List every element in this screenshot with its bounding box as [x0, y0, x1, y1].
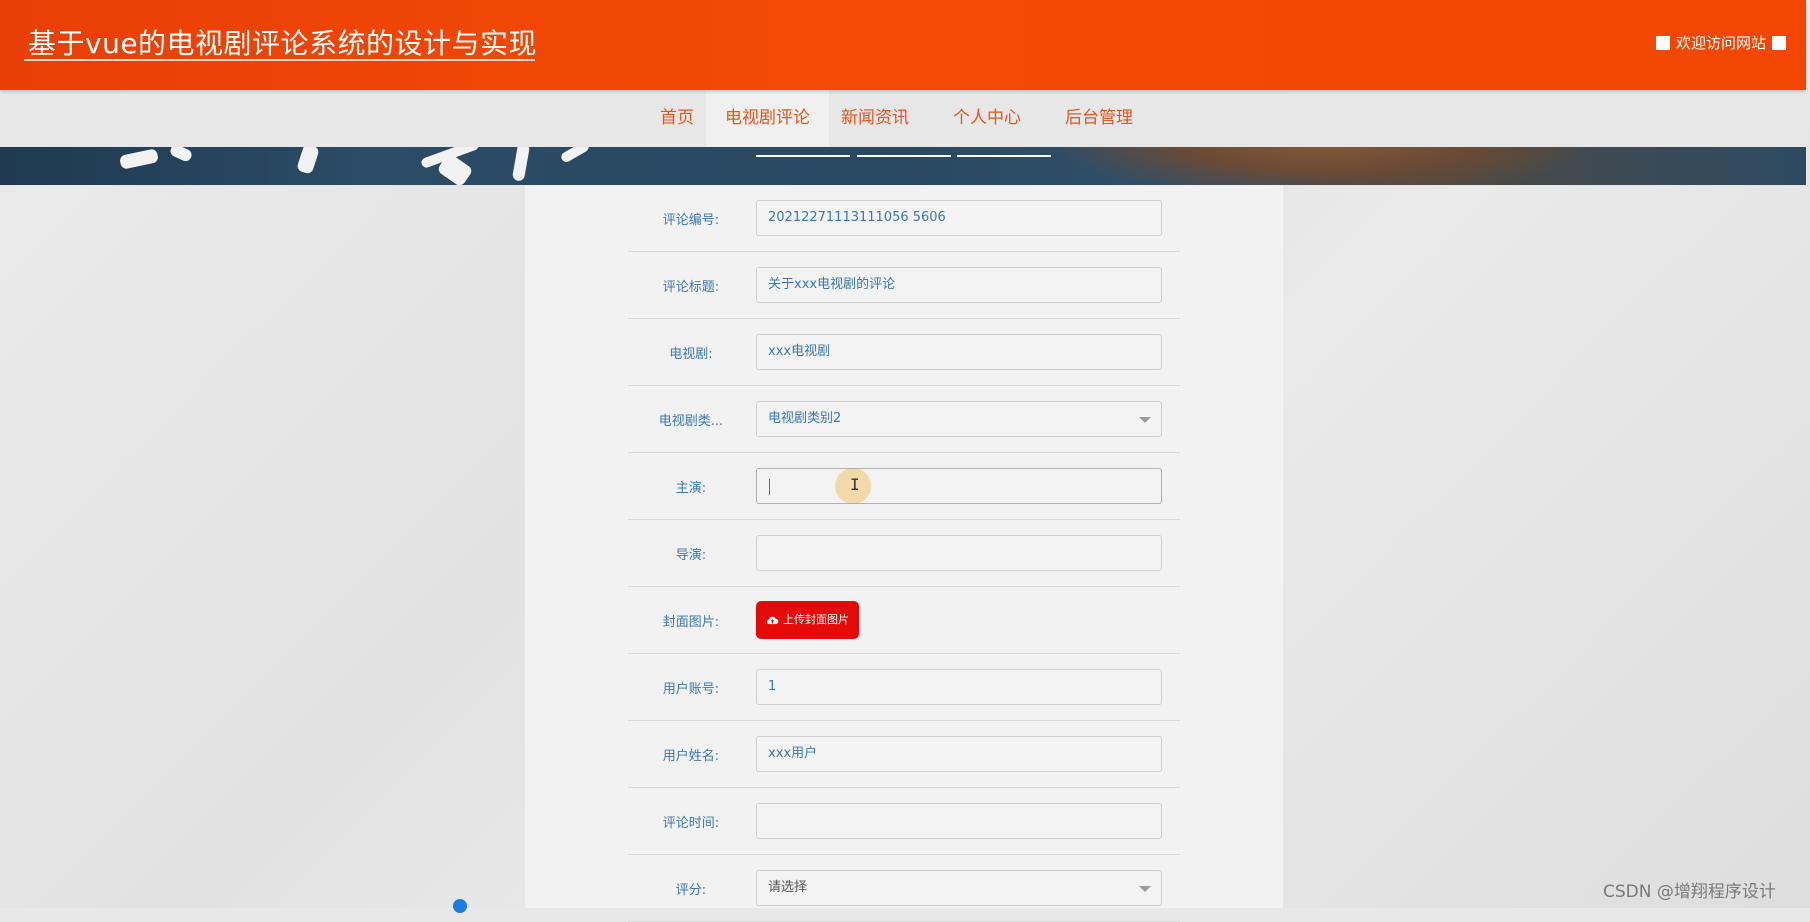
user-name-input[interactable]: xxx用户	[756, 736, 1162, 772]
ibeam-cursor-icon: I	[850, 475, 860, 494]
nav-item-tv-comments[interactable]: 电视剧评论	[706, 90, 829, 147]
back-to-top-dot[interactable]	[453, 899, 467, 913]
form-row-director: 导演:	[628, 520, 1180, 587]
tv-show-input[interactable]: xxx电视剧	[756, 334, 1162, 370]
tv-category-value: 电视剧类别2	[768, 411, 842, 426]
lead-actor-label: 主演:	[675, 480, 707, 496]
text-caret	[769, 479, 770, 495]
banner-image	[0, 147, 1806, 185]
tv-category-select[interactable]: 电视剧类别2	[756, 401, 1162, 437]
rating-select[interactable]: 请选择	[756, 870, 1162, 906]
rating-placeholder: 请选择	[768, 880, 808, 895]
form-row-comment-title: 评论标题: 关于xxx电视剧的评论	[628, 252, 1180, 319]
tv-show-label: 电视剧:	[669, 346, 713, 362]
nav-item-home[interactable]: 首页	[648, 90, 706, 147]
form-row-tv-show: 电视剧: xxx电视剧	[628, 319, 1180, 386]
comment-id-input[interactable]: 20212271113111056 5606	[756, 200, 1162, 236]
director-input[interactable]	[756, 535, 1162, 571]
tv-category-label: 电视剧类...	[658, 413, 724, 429]
director-label: 导演:	[675, 547, 707, 563]
user-account-label: 用户账号:	[662, 681, 720, 697]
upload-cover-label: 上传封面图片	[783, 613, 849, 626]
comment-title-label: 评论标题:	[662, 279, 720, 295]
cover-image-label: 封面图片:	[662, 614, 720, 630]
comment-time-label: 评论时间:	[662, 815, 720, 831]
nav-item-admin[interactable]: 后台管理	[1053, 90, 1145, 147]
welcome-text: 欢迎访问网站	[1675, 34, 1766, 52]
comment-title-input[interactable]: 关于xxx电视剧的评论	[756, 267, 1162, 303]
comment-id-label: 评论编号:	[662, 212, 720, 228]
banner-figure	[1065, 147, 1585, 185]
site-header: 基于vue的电视剧评论系统的设计与实现 欢迎访问网站	[0, 0, 1806, 90]
rating-label: 评分:	[675, 882, 707, 898]
title-underline	[24, 59, 535, 61]
comment-time-input[interactable]	[756, 803, 1162, 839]
lead-actor-input[interactable]: I	[756, 468, 1162, 504]
chevron-down-icon	[1139, 886, 1151, 892]
user-name-label: 用户姓名:	[662, 748, 720, 764]
chevron-down-icon	[1139, 417, 1151, 423]
form-row-user-name: 用户姓名: xxx用户	[628, 721, 1180, 788]
user-account-input[interactable]: 1	[756, 669, 1162, 705]
nav-item-personal-center[interactable]: 个人中心	[941, 90, 1033, 147]
site-title[interactable]: 基于vue的电视剧评论系统的设计与实现	[28, 22, 537, 62]
square-icon	[1655, 35, 1670, 50]
form-row-rating: 评分: 请选择	[628, 855, 1180, 922]
form-row-cover-image: 封面图片: 上传封面图片	[628, 587, 1180, 654]
form-row-lead-actor: 主演: I	[628, 453, 1180, 520]
upload-cover-button[interactable]: 上传封面图片	[756, 601, 859, 639]
cloud-upload-icon	[766, 616, 779, 624]
form-row-comment-time: 评论时间:	[628, 788, 1180, 855]
nav-items: 首页 电视剧评论 新闻资讯 个人中心 后台管理	[648, 90, 1145, 147]
comment-form: 评论编号: 20212271113111056 5606 评论标题: 关于xxx…	[628, 185, 1180, 922]
square-icon	[1772, 35, 1786, 50]
form-row-tv-category: 电视剧类... 电视剧类别2	[628, 386, 1180, 453]
form-row-comment-id: 评论编号: 20212271113111056 5606	[628, 185, 1180, 252]
nav-item-news[interactable]: 新闻资讯	[829, 90, 921, 147]
main-nav: 首页 电视剧评论 新闻资讯 个人中心 后台管理	[0, 90, 1806, 147]
form-row-user-account: 用户账号: 1	[628, 654, 1180, 721]
watermark: CSDN @增翔程序设计	[1603, 882, 1776, 902]
welcome-area: 欢迎访问网站	[1655, 32, 1786, 53]
